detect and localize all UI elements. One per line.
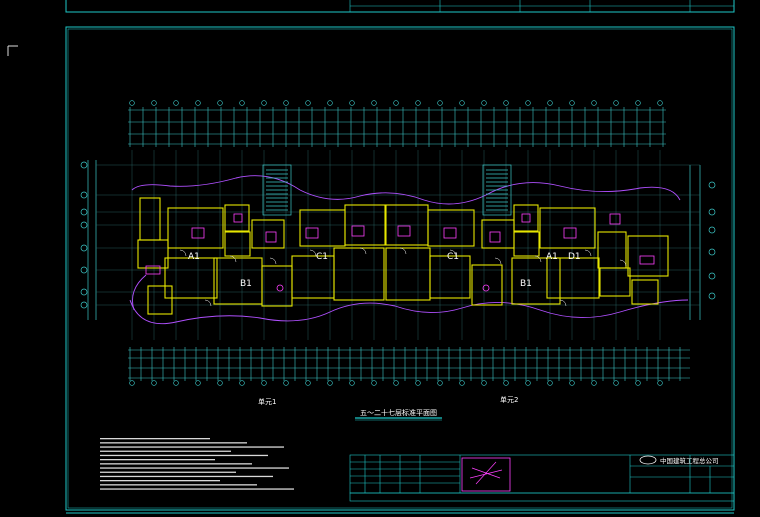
axis-bubble: [173, 100, 179, 106]
note-line: [100, 467, 289, 469]
axis-bubble: [349, 100, 355, 106]
axis-bubble: [525, 100, 531, 106]
axis-bubble: [437, 100, 443, 106]
note-line: [100, 488, 294, 490]
room-label: B1: [520, 279, 532, 289]
axis-bubble: [481, 380, 487, 386]
note-line: [100, 463, 252, 465]
approval-stamp: [461, 457, 511, 492]
note-line: [100, 454, 268, 457]
door-swing: [179, 249, 187, 257]
axis-bubble: [217, 380, 223, 386]
axis-bubble: [305, 100, 311, 106]
axis-bubble: [613, 100, 619, 106]
axis-bubble: [305, 380, 311, 386]
door-swing: [359, 247, 367, 255]
axis-bubble: [525, 380, 531, 386]
note-line: [100, 475, 273, 478]
axis-bubbles-top: [129, 100, 663, 106]
unit-label-1: 单元1: [258, 397, 276, 406]
axis-bubble: [173, 380, 179, 386]
room-label: C1: [316, 252, 328, 262]
axis-bubble: [393, 100, 399, 106]
axis-bubble: [283, 380, 289, 386]
company-name: 中国建筑工程总公司: [660, 456, 719, 465]
axis-bubble: [503, 100, 509, 106]
axis-bubble: [437, 380, 443, 386]
axis-bubble: [195, 380, 201, 386]
door-swing: [584, 249, 592, 257]
axis-bubble: [547, 380, 553, 386]
axis-bubble: [195, 100, 201, 106]
door-swing: [399, 247, 407, 255]
axis-bubble: [459, 100, 465, 106]
axis-bubble: [635, 380, 641, 386]
axis-bubble: [327, 380, 333, 386]
dimension-lines-top: [128, 107, 666, 147]
company-logo: [639, 455, 657, 465]
cursor-corner: [7, 45, 18, 56]
note-line: [100, 446, 284, 448]
note-line: [100, 480, 220, 482]
axis-bubble: [239, 380, 245, 386]
axis-bubble: [657, 380, 663, 386]
general-notes: [100, 438, 294, 490]
room-label: B1: [240, 279, 252, 289]
axis-bubble: [459, 380, 465, 386]
axis-bubble: [635, 100, 641, 106]
door-swings: [179, 247, 627, 307]
axis-bubble: [239, 100, 245, 106]
room-label: A1: [188, 252, 200, 262]
door-swing: [494, 257, 502, 265]
door-swing: [269, 257, 277, 265]
axis-bubble: [591, 100, 597, 106]
axis-bubble: [151, 100, 157, 106]
room-label: C1: [447, 252, 459, 262]
axis-bubble: [371, 100, 377, 106]
axis-bubble: [349, 380, 355, 386]
axis-bubble: [151, 380, 157, 386]
door-swing: [534, 255, 542, 263]
axis-bubble: [481, 100, 487, 106]
note-line: [100, 484, 257, 486]
axis-bubble: [261, 380, 267, 386]
axis-bubble: [327, 100, 333, 106]
axis-bubbles-right: [689, 165, 716, 320]
axis-bubble: [657, 100, 663, 106]
top-title-strip: [349, 0, 734, 12]
axis-bubbles-bottom: [129, 380, 663, 386]
axis-bubble: [283, 100, 289, 106]
cad-drawing: A1 B1 C1 C1 B1 A1 D1 单元1 单元2 五～二十七层标准平面图 中国建筑工…: [7, 0, 735, 514]
axis-bubble: [415, 100, 421, 106]
axis-bubble: [129, 380, 135, 386]
note-line: [100, 450, 231, 452]
axis-bubble: [569, 100, 575, 106]
door-swing: [619, 259, 627, 267]
walls: [137, 197, 669, 315]
door-swing: [229, 255, 237, 263]
note-line: [100, 442, 247, 444]
axis-bubble: [393, 380, 399, 386]
note-line: [100, 459, 215, 461]
room-label: A1: [546, 252, 558, 262]
axis-bubble: [591, 380, 597, 386]
note-line: [100, 471, 236, 473]
axis-bubble: [129, 100, 135, 106]
note-line: [100, 438, 210, 440]
axis-bubble: [261, 100, 267, 106]
axis-bubble: [415, 380, 421, 386]
axis-bubble: [503, 380, 509, 386]
dimension-lines-bottom: [128, 347, 690, 381]
axis-bubble: [569, 380, 575, 386]
room-label: D1: [568, 252, 581, 262]
axis-bubble: [613, 380, 619, 386]
drawing-title: 五～二十七层标准平面图: [360, 408, 437, 417]
unit-label-2: 单元2: [500, 395, 518, 404]
axis-bubbles-left: [80, 160, 97, 320]
axis-bubble: [217, 100, 223, 106]
axis-bubble: [371, 380, 377, 386]
axis-bubble: [547, 100, 553, 106]
